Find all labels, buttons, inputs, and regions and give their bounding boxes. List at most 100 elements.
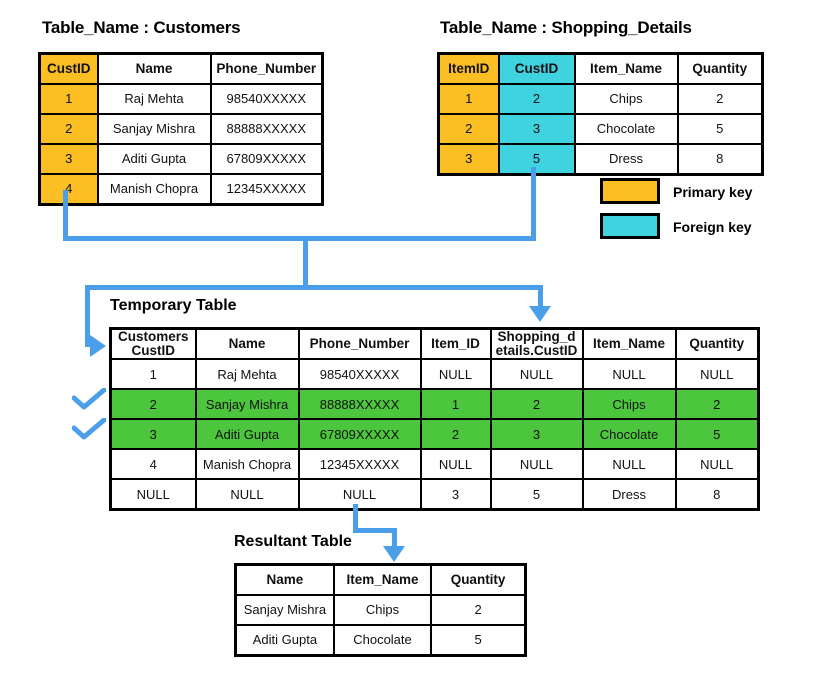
table-row: Aditi Gupta Chocolate 5 <box>234 624 527 657</box>
temporary-table-title: Temporary Table <box>110 297 237 314</box>
temporary-table-body: Customers CustID Name Phone_Number Item_ID Sh… <box>109 327 760 511</box>
table-cell: Sanjay Mishra <box>234 594 335 626</box>
table-cell: 2 <box>497 83 576 115</box>
connector-customers-drop <box>63 190 68 241</box>
table-cell: 12345XXXXX <box>209 173 324 206</box>
primary-key-swatch <box>600 178 660 204</box>
table-cell: NULL <box>674 448 760 481</box>
resultant-table-title: Resultant Table <box>234 533 352 550</box>
table-row: Sanjay Mishra Chips 2 <box>234 594 527 626</box>
shopping-details-table: ItemID CustID Item_Name Quantity 1 2 Chips 2 2 3 C… <box>437 52 764 176</box>
table-cell: Dress <box>581 478 677 511</box>
table-row: NULL NULL NULL 3 5 Dress 8 <box>109 478 760 511</box>
table-cell: 98540XXXXX <box>209 83 324 115</box>
column-header: Name <box>234 563 335 596</box>
table-cell: Chocolate <box>573 113 679 145</box>
table-cell: 1 <box>419 388 492 421</box>
table-cell: Manish Chopra <box>96 173 212 206</box>
table-cell: NULL <box>194 478 300 511</box>
column-header: Name <box>194 327 300 361</box>
table-cell: 5 <box>489 478 584 511</box>
table-cell: NULL <box>581 448 677 481</box>
connector-arrow-into-custid <box>90 335 106 357</box>
table-cell: 3 <box>437 143 500 176</box>
connector-arrow-into-resultant <box>383 546 405 562</box>
table-cell: 3 <box>419 478 492 511</box>
table-cell: 1 <box>437 83 500 115</box>
table-cell: 2 <box>674 388 760 421</box>
column-header: Name <box>96 52 212 85</box>
table-header-row: CustID Name Phone_Number <box>38 52 324 85</box>
table-cell: Chips <box>332 594 433 626</box>
table-row: 2 Sanjay Mishra 88888XXXXX 1 2 Chips 2 <box>109 388 760 421</box>
table-cell: NULL <box>581 358 677 391</box>
table-header-row: ItemID CustID Item_Name Quantity <box>437 52 764 85</box>
table-cell: Manish Chopra <box>194 448 300 481</box>
table-cell: Aditi Gupta <box>234 624 335 657</box>
diagram-canvas: Table_Name : Customers CustID Name Phone_N… <box>0 0 827 681</box>
table-cell: Chips <box>573 83 679 115</box>
connector-distribution-bar <box>85 285 543 290</box>
column-header: Quantity <box>430 563 527 596</box>
table-cell: 2 <box>430 594 527 626</box>
table-cell: 2 <box>109 388 197 421</box>
connector-arrow-into-shopping-custid <box>529 306 551 322</box>
column-header: Item_Name <box>573 52 679 85</box>
customers-table: CustID Name Phone_Number 1 Raj Mehta 98540XXX… <box>38 52 324 206</box>
column-header: Phone_Number <box>297 327 422 361</box>
table-header-row: Customers CustID Name Phone_Number Item_ID Sh… <box>109 327 760 361</box>
table-cell: NULL <box>489 448 584 481</box>
table-cell: 2 <box>437 113 500 145</box>
table-cell: 98540XXXXX <box>297 358 422 391</box>
column-header: Quantity <box>674 327 760 361</box>
primary-key-legend-label: Primary key <box>673 184 753 200</box>
table-row: 3 Aditi Gupta 67809XXXXX 2 3 Chocolate 5 <box>109 418 760 451</box>
row-match-check-icon-1 <box>71 387 107 410</box>
table-cell: Aditi Gupta <box>96 143 212 175</box>
table-cell: 1 <box>38 83 99 115</box>
customers-table-body: CustID Name Phone_Number 1 Raj Mehta 98540XXX… <box>38 52 324 206</box>
temporary-table: Customers CustID Name Phone_Number Item_ID Sh… <box>109 327 760 512</box>
table-row: 3 5 Dress 8 <box>437 143 764 176</box>
table-cell: Chocolate <box>581 418 677 451</box>
table-cell: 8 <box>674 478 760 511</box>
table-cell: 88888XXXXX <box>297 388 422 421</box>
shopping-details-table-title: Table_Name : Shopping_Details <box>440 18 692 37</box>
table-cell: 3 <box>109 418 197 451</box>
table-cell: 12345XXXXX <box>297 448 422 481</box>
resultant-table-body: Name Item_Name Quantity Sanjay Mishra Chips 2… <box>234 563 527 657</box>
table-cell: NULL <box>297 478 422 511</box>
table-cell: 5 <box>430 624 527 657</box>
table-cell: Sanjay Mishra <box>96 113 212 145</box>
foreign-key-legend-label: Foreign key <box>673 219 752 235</box>
connector-result-jog <box>353 528 397 533</box>
table-cell: 5 <box>497 143 576 176</box>
resultant-table: Name Item_Name Quantity Sanjay Mishra Chips 2… <box>234 563 527 657</box>
table-cell: 4 <box>109 448 197 481</box>
shopping-details-table-body: ItemID CustID Item_Name Quantity 1 2 Chips 2 2 3 C… <box>437 52 764 176</box>
table-cell: NULL <box>109 478 197 511</box>
table-cell: Dress <box>573 143 679 176</box>
column-header: Item_Name <box>581 327 677 361</box>
table-cell: Chips <box>581 388 677 421</box>
table-cell: Raj Mehta <box>194 358 300 391</box>
customers-table-title: Table_Name : Customers <box>42 18 241 37</box>
table-cell: 2 <box>419 418 492 451</box>
table-cell: 88888XXXXX <box>209 113 324 145</box>
table-cell: NULL <box>674 358 760 391</box>
column-header: ItemID <box>437 52 500 85</box>
table-cell: 5 <box>674 418 760 451</box>
table-header-row: Name Item_Name Quantity <box>234 563 527 596</box>
column-header: CustID <box>497 52 576 85</box>
table-cell: 2 <box>489 388 584 421</box>
table-cell: 8 <box>676 143 764 176</box>
column-header: Shopping_d etails.CustID <box>489 327 584 361</box>
table-cell: 3 <box>497 113 576 145</box>
column-header: Item_Name <box>332 563 433 596</box>
table-cell: 2 <box>676 83 764 115</box>
column-header: Item_ID <box>419 327 492 361</box>
column-header: CustID <box>38 52 99 85</box>
table-row: 3 Aditi Gupta 67809XXXXX <box>38 143 324 175</box>
table-cell: NULL <box>419 358 492 391</box>
table-row: 1 Raj Mehta 98540XXXXX <box>38 83 324 115</box>
